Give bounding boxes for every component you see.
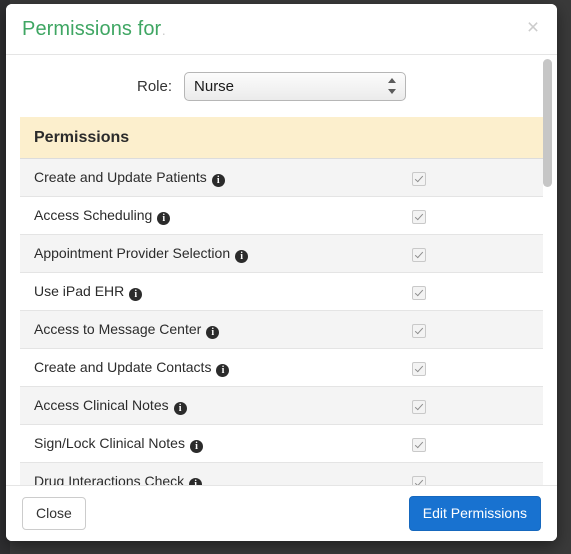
permission-label-cell: Access to Message Center i	[20, 310, 282, 349]
permission-checkbox-cell	[281, 424, 543, 463]
permission-label-cell: Appointment Provider Selection i	[20, 234, 282, 273]
info-icon[interactable]: i	[216, 363, 230, 377]
permission-checkbox	[412, 247, 427, 262]
info-icon[interactable]: i	[129, 287, 143, 301]
permission-label-cell: Access Scheduling i	[20, 196, 282, 235]
permission-label: Create and Update Contacts	[34, 358, 212, 375]
table-row: Use iPad EHR i	[20, 272, 543, 311]
role-label: Role:	[136, 77, 173, 95]
permission-checkbox-cell	[281, 158, 543, 197]
permission-label: Access Clinical Notes	[34, 396, 169, 413]
permission-label: Create and Update Patients	[34, 168, 207, 185]
close-icon[interactable]: ×	[521, 16, 545, 40]
role-selector-row: Role: Nurse	[6, 55, 557, 117]
info-icon[interactable]: i	[157, 211, 171, 225]
info-icon[interactable]: i	[211, 173, 225, 187]
scrollbar-thumb[interactable]	[543, 59, 552, 187]
table-row: Drug Interactions Check i	[20, 462, 543, 486]
role-select-wrapper: Nurse	[184, 71, 407, 101]
permission-checkbox	[412, 475, 427, 485]
permissions-modal: Permissions for․ × Role: Nurse Permissio…	[6, 4, 557, 541]
table-row: Access Scheduling i	[20, 196, 543, 235]
permission-checkbox	[412, 399, 427, 414]
permission-checkbox-cell	[281, 462, 543, 485]
info-icon[interactable]: i	[189, 439, 203, 453]
info-icon[interactable]: i	[206, 325, 220, 339]
permission-label: Use iPad EHR	[34, 282, 125, 299]
permission-checkbox-cell	[281, 348, 543, 387]
permission-checkbox-cell	[281, 234, 543, 273]
permission-label-cell: Create and Update Contacts i	[20, 348, 282, 387]
permission-checkbox-cell	[281, 310, 543, 349]
permission-label-cell: Drug Interactions Check i	[20, 462, 282, 486]
page-title: Permissions for․	[22, 17, 166, 42]
permission-label: Appointment Provider Selection	[34, 244, 231, 261]
permission-checkbox	[412, 437, 427, 452]
permission-label: Sign/Lock Clinical Notes	[34, 434, 185, 451]
permission-label: Access Scheduling	[34, 206, 153, 223]
permission-label-cell: Sign/Lock Clinical Notes i	[20, 424, 282, 463]
column-header-permissions: Permissions	[20, 117, 543, 159]
info-icon[interactable]: i	[235, 249, 249, 263]
table-row: Create and Update Contacts i	[20, 348, 543, 387]
permission-checkbox-cell	[281, 196, 543, 235]
permission-label-cell: Access Clinical Notes i	[20, 386, 282, 425]
permission-label: Access to Message Center	[34, 320, 202, 337]
modal-footer: Close Edit Permissions	[6, 485, 557, 541]
permissions-table-head: Permissions	[20, 117, 543, 159]
permission-checkbox	[412, 323, 427, 338]
permission-checkbox	[412, 285, 427, 300]
permission-checkbox-cell	[281, 272, 543, 311]
edit-permissions-button[interactable]: Edit Permissions	[408, 496, 541, 531]
page-title-redacted-name: ․	[161, 22, 167, 38]
scrollbar-track[interactable]	[541, 55, 554, 485]
table-row: Sign/Lock Clinical Notes i	[20, 424, 543, 463]
close-button[interactable]: Close	[22, 497, 86, 530]
info-icon[interactable]: i	[173, 401, 187, 415]
permission-label-cell: Create and Update Patients i	[20, 158, 282, 197]
permission-checkbox	[412, 171, 427, 186]
permission-label: Drug Interactions Check	[34, 472, 185, 486]
role-select[interactable]: Nurse	[184, 71, 407, 101]
table-row: Create and Update Patients i	[20, 158, 543, 197]
permission-checkbox	[412, 209, 427, 224]
table-header-row: Permissions	[20, 117, 543, 159]
info-icon[interactable]: i	[189, 477, 203, 485]
table-row: Access Clinical Notes i	[20, 386, 543, 425]
permission-label-cell: Use iPad EHR i	[20, 272, 282, 311]
modal-body: Role: Nurse Permissions Create and Updat…	[6, 55, 557, 485]
table-row: Access to Message Center i	[20, 310, 543, 349]
permissions-table: Permissions Create and Update Patients i A…	[20, 117, 543, 485]
permissions-table-body: Create and Update Patients i Access Schedu…	[20, 158, 543, 486]
table-row: Appointment Provider Selection i	[20, 234, 543, 273]
page-title-text: Permissions for	[22, 18, 162, 40]
modal-header: Permissions for․ ×	[6, 4, 557, 55]
permission-checkbox	[412, 361, 427, 376]
permission-checkbox-cell	[281, 386, 543, 425]
